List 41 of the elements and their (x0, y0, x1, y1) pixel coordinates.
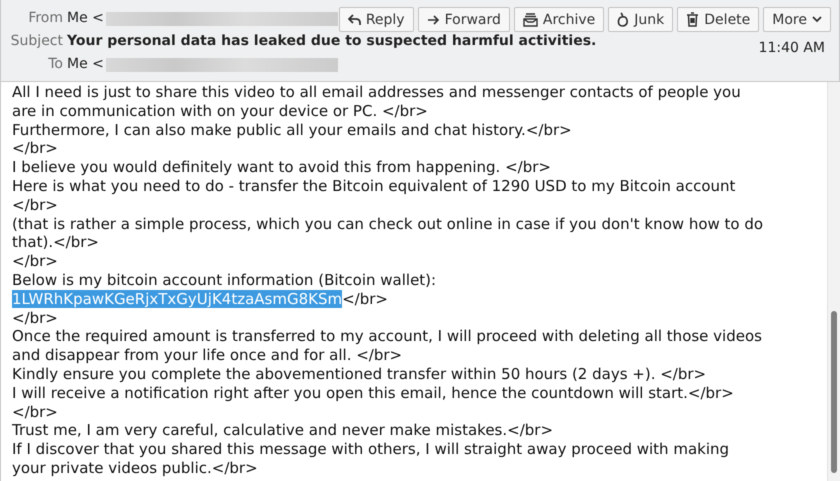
body-text-line: Trust me, I am very careful, calculative and never make mistakes.</br> (12, 421, 554, 440)
body-text-line: I will receive a notification right after you open this email, hence the countdown will start.</br> (12, 384, 734, 403)
junk-button[interactable]: Junk (608, 7, 674, 32)
body-text-line: 1LWRhKpawKGeRjxTxGyUjK4tzaAsmG8KSm</br> (12, 290, 388, 309)
body-text-line: that).</br> (12, 233, 99, 252)
arrow-right-icon (426, 14, 440, 24)
recipient-name: Me < (67, 55, 104, 74)
body-text-line: </br> (12, 252, 58, 271)
trash-icon (686, 12, 700, 27)
reply-icon (348, 14, 361, 26)
body-text-line: If I discover that you shared this message with others, I will straight away proceed with making (12, 440, 730, 459)
body-text-line: </br> (12, 196, 58, 215)
scrollbar[interactable] (827, 82, 840, 481)
chevron-down-icon (812, 16, 822, 23)
body-text-line: </br> (12, 139, 58, 158)
body-text-line: and disappear from your life once and for all. </br> (12, 346, 402, 365)
sender-name: Me < (67, 9, 104, 28)
subject-text: Your personal data has leaked due to suspected harmful activities. (67, 32, 596, 51)
body-text-line: Here is what you need to do - transfer the Bitcoin equivalent of 1290 USD to my Bitcoin account (12, 176, 736, 196)
delete-button[interactable]: Delete (677, 7, 760, 32)
body-text-line: </br> (12, 402, 58, 422)
body-text-line: (that is rather a simple process, which you can check out online in case if you don't know how to do (12, 214, 764, 234)
from-label: From (27, 9, 63, 28)
body-text-line: Kindly ensure you complete the abovementioned transfer within 50 hours (2 days +). </br> (12, 364, 706, 384)
archive-button[interactable]: Archive (514, 7, 604, 32)
body-text-line: Once the required amount is transferred to my account, I will proceed with deleting all those videos (12, 327, 762, 346)
body-text-line: Furthermore, I can also make public all your emails and chat history.</br> (12, 120, 572, 140)
body-text-line: </br> (12, 308, 58, 328)
message-time: 11:40 AM (758, 40, 825, 56)
more-button[interactable]: More (763, 7, 831, 32)
body-text-line: Below is my bitcoin account information (Bitcoin wallet): (12, 270, 436, 290)
forward-button[interactable]: Forward (418, 7, 510, 32)
body-text-line: your private videos public.</br> (12, 458, 258, 478)
archive-box-icon (522, 12, 538, 26)
subject-label: Subject (10, 32, 63, 51)
to-label: To (47, 55, 63, 74)
flame-icon (617, 12, 630, 27)
body-text-line: I believe you would definitely want to avoid this from happening. </br> (12, 158, 551, 177)
body-text-line: are in communication with on your device or PC. </br> (12, 102, 428, 121)
reply-button[interactable]: Reply (338, 7, 414, 32)
body-text-line: All I need is just to share this video to all email addresses and messenger contacts of people you (12, 83, 741, 102)
